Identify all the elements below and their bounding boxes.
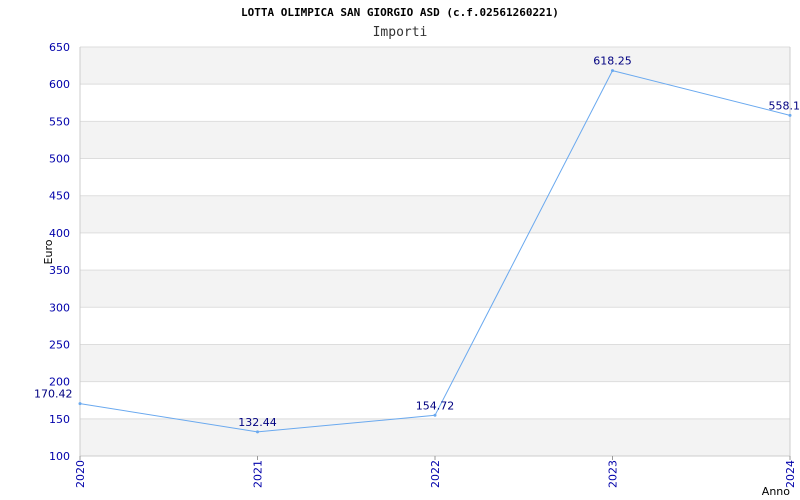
y-tick-label: 450 (49, 190, 70, 203)
y-axis-title: Euro (42, 239, 55, 264)
grid-band (80, 344, 790, 382)
y-tick-label: 650 (49, 41, 70, 54)
data-label: 170.42 (34, 388, 73, 401)
data-point (256, 430, 259, 434)
y-tick-label: 500 (49, 153, 70, 166)
data-label: 132.44 (238, 416, 277, 429)
y-tick-label: 250 (49, 338, 70, 351)
y-tick-label: 400 (49, 227, 70, 240)
x-tick-label: 2024 (784, 460, 797, 488)
data-label: 154.72 (416, 399, 455, 412)
x-axis-title: Anno (762, 485, 790, 498)
x-tick-label: 2023 (607, 460, 620, 488)
y-tick-label: 300 (49, 301, 70, 314)
y-tick-label: 100 (49, 450, 70, 463)
data-point (788, 113, 792, 117)
grid-band (80, 418, 790, 456)
data-point (78, 402, 82, 406)
data-label: 558.1 (769, 99, 800, 112)
data-label: 618.25 (593, 55, 632, 68)
x-tick-label: 2020 (74, 460, 87, 488)
grid-band (80, 195, 790, 233)
y-tick-label: 350 (49, 264, 70, 277)
plot-area: 1001502002503003504004505005506006502020… (34, 41, 800, 498)
chart: LOTTA OLIMPICA SAN GIORGIO ASD (c.f.0256… (0, 0, 800, 500)
grid-band (80, 121, 790, 159)
grid-band (80, 270, 790, 308)
x-tick-label: 2022 (429, 460, 442, 488)
y-tick-label: 150 (49, 413, 70, 426)
data-point (433, 413, 437, 417)
grid-band (80, 47, 790, 85)
y-tick-label: 550 (49, 115, 70, 128)
data-point (611, 69, 614, 73)
y-tick-label: 600 (49, 78, 70, 91)
x-tick-label: 2021 (252, 460, 265, 488)
